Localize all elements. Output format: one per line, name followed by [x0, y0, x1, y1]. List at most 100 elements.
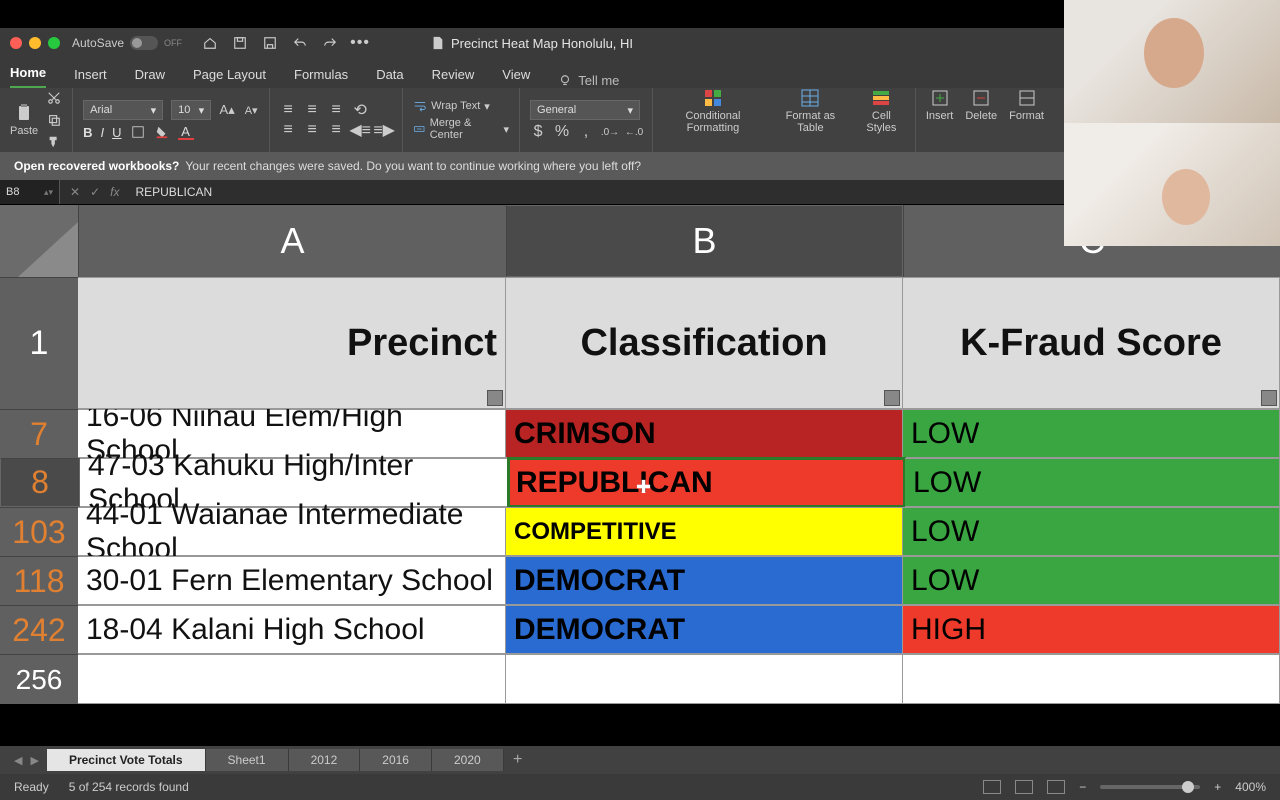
tab-formulas[interactable]: Formulas	[294, 61, 348, 88]
tell-me-search[interactable]: Tell me	[558, 73, 619, 88]
format-painter-icon[interactable]	[46, 134, 62, 150]
align-right-icon[interactable]: ≡	[328, 122, 344, 138]
col-header-b[interactable]: B	[506, 205, 903, 277]
close-window-icon[interactable]	[10, 37, 22, 49]
cell[interactable]	[78, 654, 506, 704]
tab-data[interactable]: Data	[376, 61, 403, 88]
row-header[interactable]: 103	[0, 507, 78, 556]
tab-review[interactable]: Review	[432, 61, 475, 88]
next-sheet-icon[interactable]: ▶	[30, 754, 38, 767]
zoom-level[interactable]: 400%	[1235, 780, 1266, 794]
row-header[interactable]: 7	[0, 409, 78, 458]
sheet-nav-arrows[interactable]: ◀▶	[6, 754, 47, 767]
cell-precinct[interactable]: 44-01 Waianae Intermediate School	[78, 507, 506, 556]
cancel-formula-icon[interactable]: ✕	[70, 185, 80, 199]
increase-indent-icon[interactable]: ≡▶	[376, 122, 392, 138]
bold-button[interactable]: B	[83, 125, 92, 140]
font-color-icon[interactable]: A	[178, 124, 194, 140]
save-icon[interactable]	[232, 35, 248, 51]
tab-view[interactable]: View	[502, 61, 530, 88]
name-box[interactable]: B8▴▾	[0, 180, 60, 204]
align-left-icon[interactable]: ≡	[280, 122, 296, 138]
decrease-indent-icon[interactable]: ◀≡	[352, 122, 368, 138]
merge-center-button[interactable]: Merge & Center▾	[413, 117, 509, 141]
increase-font-icon[interactable]: A▴	[219, 102, 235, 118]
maximize-window-icon[interactable]	[48, 37, 60, 49]
zoom-slider[interactable]	[1100, 785, 1200, 789]
prev-sheet-icon[interactable]: ◀	[14, 754, 22, 767]
normal-view-icon[interactable]	[983, 780, 1001, 794]
conditional-formatting-button[interactable]: Conditional Formatting	[663, 88, 763, 152]
sheet-tab[interactable]: 2020	[432, 749, 504, 771]
page-layout-view-icon[interactable]	[1015, 780, 1033, 794]
cell-score[interactable]: HIGH	[903, 605, 1280, 654]
add-sheet-button[interactable]: +	[504, 751, 532, 769]
minimize-window-icon[interactable]	[29, 37, 41, 49]
home-icon[interactable]	[202, 35, 218, 51]
cell-classification[interactable]: CRIMSON	[506, 409, 903, 458]
more-icon[interactable]: •••	[352, 35, 368, 51]
cell-classification[interactable]: COMPETITIVE	[506, 507, 903, 556]
recovery-bar[interactable]: Open recovered workbooks? Your recent ch…	[0, 152, 1064, 180]
select-all-corner[interactable]	[0, 205, 78, 277]
filter-icon[interactable]	[884, 390, 900, 406]
font-size-select[interactable]: 10▾	[171, 100, 211, 120]
sheet-tab[interactable]: 2012	[289, 749, 361, 771]
orientation-icon[interactable]: ⟲	[352, 102, 368, 118]
header-cell-score[interactable]: K-Fraud Score	[903, 277, 1280, 409]
align-top-icon[interactable]: ≡	[280, 102, 296, 118]
tab-page-layout[interactable]: Page Layout	[193, 61, 266, 88]
fill-color-icon[interactable]	[154, 124, 170, 140]
cell-precinct[interactable]: 30-01 Fern Elementary School	[78, 556, 506, 605]
row-header[interactable]: 256	[0, 654, 78, 704]
filter-icon[interactable]	[1261, 390, 1277, 406]
copy-icon[interactable]	[46, 112, 62, 128]
percent-icon[interactable]: %	[554, 124, 570, 140]
cell[interactable]	[506, 654, 903, 704]
align-middle-icon[interactable]: ≡	[304, 102, 320, 118]
row-header[interactable]: 118	[0, 556, 78, 605]
row-header[interactable]: 242	[0, 605, 78, 654]
tab-draw[interactable]: Draw	[135, 61, 165, 88]
format-as-table-button[interactable]: Format as Table	[775, 88, 846, 152]
increase-decimal-icon[interactable]: .0→	[602, 124, 618, 140]
insert-cells-button[interactable]: Insert	[926, 88, 954, 152]
autosave-toggle[interactable]: AutoSave OFF	[72, 36, 182, 50]
cut-icon[interactable]	[46, 90, 62, 106]
delete-cells-button[interactable]: Delete	[965, 88, 997, 152]
save-as-icon[interactable]	[262, 35, 278, 51]
accept-formula-icon[interactable]: ✓	[90, 185, 100, 199]
decrease-font-icon[interactable]: A▾	[243, 102, 259, 118]
sheet-tab[interactable]: Precinct Vote Totals	[47, 749, 206, 771]
cell-score[interactable]: LOW	[903, 507, 1280, 556]
number-format-select[interactable]: General▾	[530, 100, 640, 120]
formula-input[interactable]: REPUBLICAN	[129, 185, 212, 199]
cell[interactable]	[903, 654, 1280, 704]
fx-icon[interactable]: fx	[110, 185, 119, 199]
cell-classification[interactable]: DEMOCRAT	[506, 556, 903, 605]
font-name-select[interactable]: Arial▾	[83, 100, 163, 120]
filter-icon[interactable]	[487, 390, 503, 406]
border-icon[interactable]	[130, 124, 146, 140]
cell-styles-button[interactable]: Cell Styles	[858, 88, 905, 152]
redo-icon[interactable]	[322, 35, 338, 51]
wrap-text-button[interactable]: Wrap Text▾	[413, 99, 509, 113]
zoom-out-icon[interactable]: −	[1079, 780, 1086, 794]
paste-button[interactable]: Paste	[10, 103, 38, 137]
undo-icon[interactable]	[292, 35, 308, 51]
decrease-decimal-icon[interactable]: ←.0	[626, 124, 642, 140]
row-header-1[interactable]: 1	[0, 277, 78, 409]
sheet-tab[interactable]: Sheet1	[206, 749, 289, 771]
spreadsheet-grid[interactable]: A B C 1 Precinct Classification K-Fraud …	[0, 205, 1280, 746]
cell-score[interactable]: LOW	[905, 458, 1280, 507]
align-center-icon[interactable]: ≡	[304, 122, 320, 138]
row-header[interactable]: 8	[0, 458, 80, 507]
align-bottom-icon[interactable]: ≡	[328, 102, 344, 118]
tab-insert[interactable]: Insert	[74, 61, 107, 88]
format-cells-button[interactable]: Format	[1009, 88, 1044, 152]
page-break-view-icon[interactable]	[1047, 780, 1065, 794]
tab-home[interactable]: Home	[10, 59, 46, 88]
header-cell-classification[interactable]: Classification	[506, 277, 903, 409]
sheet-tab[interactable]: 2016	[360, 749, 432, 771]
col-header-a[interactable]: A	[78, 205, 506, 277]
